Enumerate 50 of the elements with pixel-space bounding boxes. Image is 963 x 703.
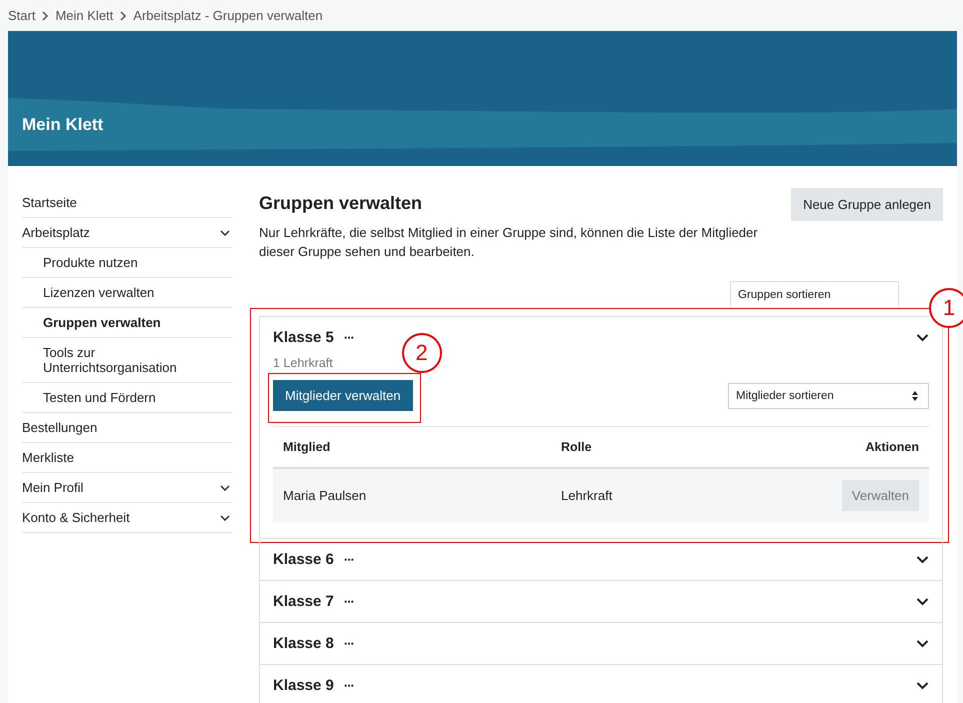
column-header: Mitglied (283, 440, 332, 454)
group-name: Klasse 9 (273, 677, 334, 694)
member-count: 1 Lehrkraft (273, 356, 334, 370)
manage-members-button[interactable]: Mitglieder verwalten (273, 380, 413, 411)
sidebar-subitem[interactable]: Produkte nutzen (22, 248, 232, 278)
sidebar-item[interactable]: Arbeitsplatz (22, 218, 232, 248)
more-options[interactable]: ··· (344, 552, 354, 567)
callout-number: 1 (929, 288, 963, 328)
chevron-down-icon[interactable] (916, 334, 929, 342)
sidebar-subitem[interactable]: Testen und Fördern (22, 383, 232, 413)
sidebar-item[interactable]: Bestellungen (22, 413, 232, 443)
more-options[interactable]: ··· (344, 636, 354, 651)
group-name: Klasse 8 (273, 635, 334, 652)
more-options[interactable]: ··· (344, 594, 354, 609)
chevron-down-icon (220, 230, 230, 236)
more-options[interactable]: ··· (344, 330, 354, 345)
page-description: Nur Lehrkräfte, die selbst Mitglied in einer Gruppe sind, können die Liste der Mitglieder dieser Gruppe sehen und bearbeiten. (259, 224, 759, 261)
breadcrumb-link[interactable]: Mein Klett (55, 8, 114, 23)
sidebar-subitem[interactable]: Tools zur Unterrichtsorganisation (22, 338, 232, 383)
chevron-down-icon[interactable] (916, 682, 929, 690)
breadcrumb-link[interactable]: Arbeitsplatz - Gruppen verwalten (133, 8, 323, 23)
new-group-button[interactable]: Neue Gruppe anlegen (791, 188, 943, 221)
chevron-right-icon (41, 10, 50, 20)
page-title: Gruppen verwalten (259, 192, 424, 214)
more-options[interactable]: ··· (344, 678, 354, 693)
group-name: Klasse 5 (273, 329, 334, 346)
column-header: Aktionen (864, 440, 919, 454)
sort-dropdown[interactable]: Gruppen sortieren (730, 281, 899, 306)
sidebar-item[interactable]: Konto & Sicherheit (22, 503, 232, 533)
sidebar-item[interactable]: Mein Profil (22, 473, 232, 503)
chevron-down-icon (220, 484, 230, 490)
sort-dropdown[interactable]: Mitglieder sortieren (728, 382, 929, 408)
chevron-down-icon[interactable] (916, 640, 929, 648)
sort-arrows-icon (911, 390, 919, 402)
banner-title: Mein Klett (22, 115, 104, 135)
chevron-down-icon[interactable] (916, 556, 929, 564)
chevron-down-icon[interactable] (916, 598, 929, 606)
chevron-down-icon (220, 514, 230, 520)
group-name: Klasse 6 (273, 551, 334, 568)
column-header: Rolle (561, 440, 593, 454)
sidebar-item[interactable]: Merkliste (22, 443, 232, 473)
sidebar-item[interactable]: Startseite (22, 188, 232, 218)
chevron-right-icon (119, 10, 128, 20)
table-cell-text: Lehrkraft (561, 488, 614, 503)
table-cell-text: Maria Paulsen (283, 488, 368, 503)
sidebar-subitem[interactable]: Lizenzen verwalten (22, 278, 232, 308)
callout-number: 2 (402, 333, 442, 373)
breadcrumb-link[interactable]: Start (8, 8, 36, 23)
sidebar-subitem[interactable]: Gruppen verwalten (22, 308, 232, 338)
group-name: Klasse 7 (273, 593, 334, 610)
